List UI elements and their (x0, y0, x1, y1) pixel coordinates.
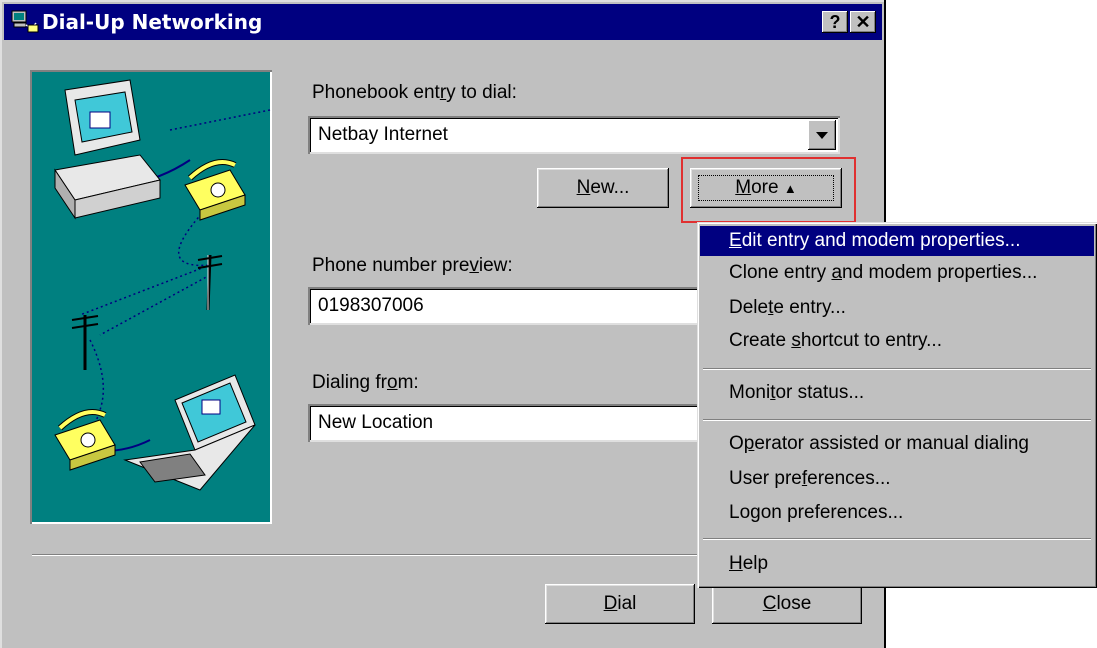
dialing-from-label: Dialing from: (312, 372, 419, 393)
new-button[interactable]: New... (537, 168, 669, 208)
chevron-down-icon[interactable] (808, 120, 836, 150)
dial-button[interactable]: Dial (545, 584, 695, 624)
menu-item-operator-assisted[interactable]: Operator assisted or manual dialing (700, 429, 1094, 459)
help-button[interactable]: ? (822, 11, 848, 33)
menu-item-user-preferences[interactable]: User preferences... (700, 464, 1094, 494)
menu-item-create-shortcut[interactable]: Create shortcut to entry... (700, 326, 1094, 356)
more-menu: Edit entry and modem properties... Clone… (697, 222, 1097, 588)
menu-separator (703, 368, 1091, 370)
phonebook-entry-label: Phonebook entry to dial: (312, 82, 517, 103)
computer-modem-phone-illustration (30, 70, 272, 524)
menu-separator (703, 419, 1091, 421)
illustration-graphic (54, 79, 271, 491)
menu-item-help[interactable]: Help (700, 549, 1094, 579)
window-title: Dial-Up Networking (42, 10, 263, 34)
dialup-networking-icon (11, 10, 39, 33)
close-window-button[interactable]: ✕ (850, 11, 876, 33)
menu-item-clone-entry[interactable]: Clone entry and modem properties... (700, 258, 1094, 288)
annotation-highlight (681, 157, 856, 223)
close-button[interactable]: Close (712, 584, 862, 624)
menu-item-logon-preferences[interactable]: Logon preferences... (700, 498, 1094, 528)
menu-separator (703, 538, 1091, 540)
phonebook-entry-value: Netbay Internet (318, 124, 448, 145)
menu-item-edit-entry[interactable]: Edit entry and modem properties... (700, 226, 1094, 256)
phone-preview-label: Phone number preview: (312, 255, 513, 276)
phonebook-entry-dropdown[interactable]: Netbay Internet (308, 116, 840, 154)
menu-item-delete-entry[interactable]: Delete entry... (700, 293, 1094, 323)
menu-item-monitor-status[interactable]: Monitor status... (700, 378, 1094, 408)
phone-preview-value: 0198307006 (318, 295, 424, 316)
dialing-from-value: New Location (318, 412, 434, 433)
title-bar: Dial-Up Networking ? ✕ (4, 4, 882, 40)
dialing-from-field[interactable]: New Location (308, 404, 708, 442)
phone-preview-field[interactable]: 0198307006 (308, 287, 708, 325)
